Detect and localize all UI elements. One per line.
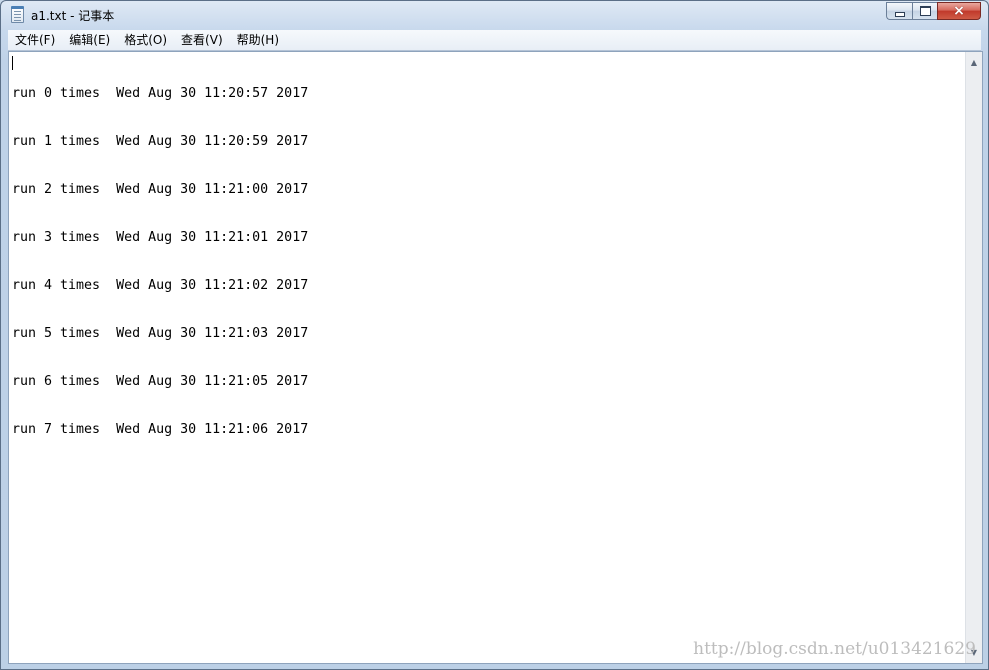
maximize-button[interactable] bbox=[912, 2, 937, 20]
text-line: run 5 times Wed Aug 30 11:21:03 2017 bbox=[12, 326, 309, 341]
text-line: run 0 times Wed Aug 30 11:20:57 2017 bbox=[12, 86, 309, 101]
notepad-icon[interactable] bbox=[11, 6, 24, 23]
text-caret bbox=[12, 56, 13, 70]
text-line: run 1 times Wed Aug 30 11:20:59 2017 bbox=[12, 134, 309, 149]
menu-file[interactable]: 文件(F) bbox=[8, 31, 62, 49]
text-line: run 4 times Wed Aug 30 11:21:02 2017 bbox=[12, 278, 309, 293]
text-line: run 6 times Wed Aug 30 11:21:05 2017 bbox=[12, 374, 309, 389]
close-button[interactable]: × bbox=[937, 2, 981, 20]
maximize-icon bbox=[919, 6, 931, 16]
watermark-text: http://blog.csdn.net/u013421629 bbox=[693, 639, 976, 659]
menu-view[interactable]: 查看(V) bbox=[174, 31, 230, 49]
vertical-scrollbar[interactable]: ▲ ▼ bbox=[965, 52, 982, 663]
caption-buttons: × bbox=[886, 2, 981, 21]
menu-format[interactable]: 格式(O) bbox=[117, 31, 174, 49]
text-line: run 7 times Wed Aug 30 11:21:06 2017 bbox=[12, 422, 309, 437]
text-line: run 2 times Wed Aug 30 11:21:00 2017 bbox=[12, 182, 309, 197]
menu-edit[interactable]: 编辑(E) bbox=[62, 31, 117, 49]
scroll-up-icon[interactable]: ▲ bbox=[966, 54, 982, 71]
menu-help[interactable]: 帮助(H) bbox=[230, 31, 286, 49]
minimize-button[interactable] bbox=[886, 2, 912, 20]
window-title: a1.txt - 记事本 bbox=[31, 9, 115, 23]
title-bar[interactable]: a1.txt - 记事本 × bbox=[1, 1, 988, 29]
text-editor[interactable]: run 0 times Wed Aug 30 11:20:57 2017 run… bbox=[8, 51, 983, 664]
minimize-icon bbox=[894, 11, 905, 17]
menu-bar: 文件(F) 编辑(E) 格式(O) 查看(V) 帮助(H) bbox=[8, 30, 981, 51]
close-icon: × bbox=[953, 3, 965, 19]
notepad-window: a1.txt - 记事本 × 文件(F) 编辑(E) 格式(O) 查看(V) 帮… bbox=[0, 0, 989, 670]
text-line: run 3 times Wed Aug 30 11:21:01 2017 bbox=[12, 230, 309, 245]
editor-text-area[interactable]: run 0 times Wed Aug 30 11:20:57 2017 run… bbox=[12, 54, 962, 663]
